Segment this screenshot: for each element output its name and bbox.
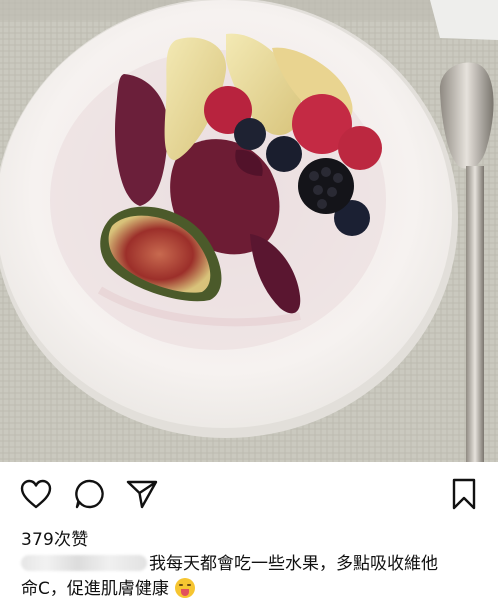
heart-icon[interactable] bbox=[18, 476, 54, 512]
likes-count[interactable]: 379次赞 bbox=[21, 525, 88, 550]
send-icon[interactable] bbox=[124, 476, 160, 512]
caption-line-2: 命C，促進肌膚健康 bbox=[21, 579, 169, 599]
bookmark-icon[interactable] bbox=[446, 476, 482, 512]
post-photo[interactable] bbox=[0, 0, 498, 462]
caption-line-1: 我每天都會吃一些水果，多點吸收維他 bbox=[149, 554, 438, 574]
comment-icon[interactable] bbox=[72, 476, 108, 512]
blurred-username[interactable] bbox=[21, 555, 147, 571]
post-caption: 我每天都會吃一些水果，多點吸收維他 命C，促進肌膚健康 bbox=[21, 552, 481, 602]
post-action-bar bbox=[0, 462, 498, 522]
crazy-face-emoji-icon bbox=[174, 578, 195, 598]
